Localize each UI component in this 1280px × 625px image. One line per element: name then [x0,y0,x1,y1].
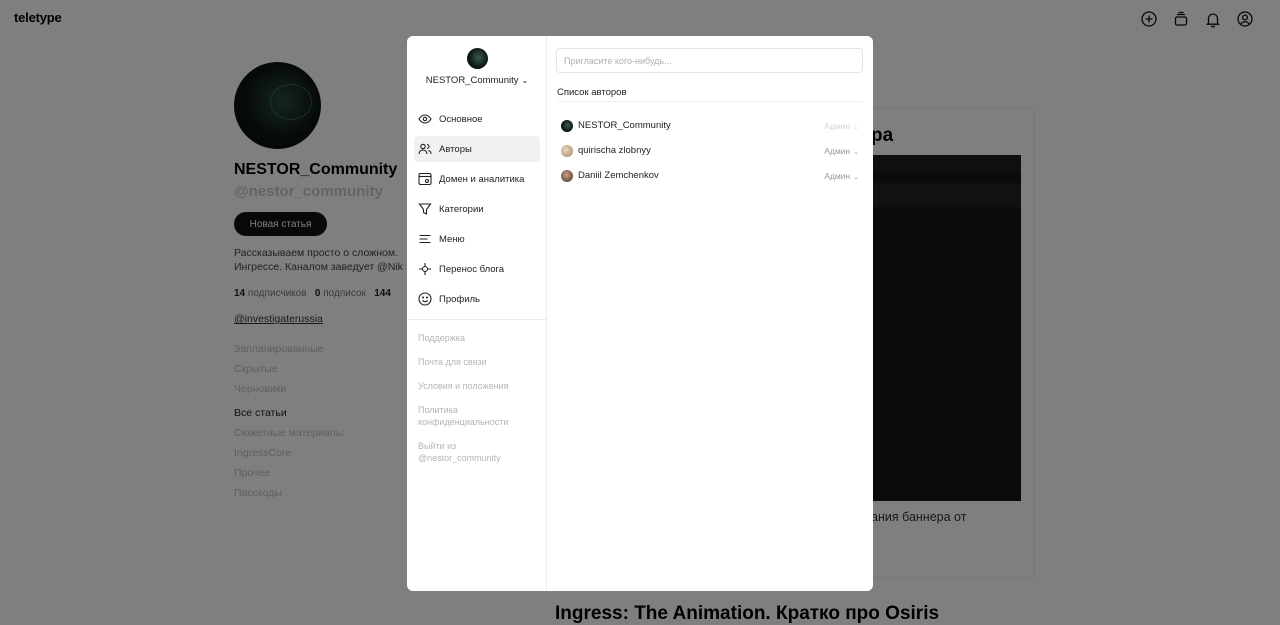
nav-label: Авторы [439,143,472,155]
nav-item-menu[interactable]: Меню [414,226,540,252]
smile-icon [418,292,432,306]
support-link[interactable]: Поддержка [418,332,538,344]
account-name[interactable]: NESTOR_Community ⌄ [407,75,547,86]
avatar [561,144,573,157]
chevron-down-icon: ⌄ [853,173,859,181]
author-name: Daniil Zemchenkov [578,170,659,181]
nav-item-categories[interactable]: Категории [414,196,540,222]
authors-divider [557,101,863,102]
logout-link[interactable]: Выйти из @nestor_community [418,440,538,464]
account-switcher[interactable]: NESTOR_Community ⌄ [407,48,547,86]
authors-panel: Список авторов NESTOR_Community Админ⌄ q… [547,36,873,591]
eye-icon [418,112,432,126]
author-role-label: Админ [824,120,851,131]
account-name-text: NESTOR_Community [425,75,519,86]
author-role-label: Админ [824,170,851,181]
domain-icon [418,172,432,186]
modal-sidebar: NESTOR_Community ⌄ Основное Авторы Домен… [407,36,547,591]
nav-item-migrate[interactable]: Перенос блога [414,256,540,282]
nav-label: Домен и аналитика [439,173,525,185]
nav-item-domain[interactable]: Домен и аналитика [414,166,540,192]
settings-nav: Основное Авторы Домен и аналитика Катего… [414,106,540,316]
privacy-policy-link[interactable]: Политика конфиденциальности [418,404,538,428]
author-role-select[interactable]: Админ ⌄ [824,146,859,156]
sidebar-divider [407,319,547,320]
avatar [561,169,573,182]
author-row: quirischa zlobnyy Админ ⌄ [561,138,859,163]
authors-title: Список авторов [557,87,627,98]
menu-lines-icon [418,232,432,246]
users-icon [418,142,432,156]
author-row: Daniil Zemchenkov Админ ⌄ [561,163,859,188]
migrate-icon [418,262,432,276]
author-name: NESTOR_Community [578,120,671,131]
chevron-down-icon: ⌄ [853,148,859,156]
avatar [561,119,573,132]
contact-email-link[interactable]: Почта для связи [418,356,538,368]
funnel-icon [418,202,432,216]
terms-link[interactable]: Условия и положения [418,380,538,392]
author-name: quirischa zlobnyy [578,145,651,156]
nav-label: Меню [439,233,465,245]
chevron-down-icon: ⌄ [521,76,529,85]
settings-modal: NESTOR_Community ⌄ Основное Авторы Домен… [407,36,873,591]
author-role-select: Админ ⌄ [824,121,859,131]
chevron-down-icon: ⌄ [853,123,859,131]
nav-label: Перенос блога [439,263,505,275]
account-avatar [466,48,488,69]
author-role-label: Админ [824,145,851,156]
nav-label: Категории [439,203,484,215]
author-role-select[interactable]: Админ ⌄ [824,171,859,181]
nav-item-authors[interactable]: Авторы [414,136,540,162]
invite-input[interactable] [556,48,863,73]
authors-list: NESTOR_Community Админ ⌄ quirischa zlobny… [561,113,859,188]
nav-label: Профиль [439,293,481,305]
author-row: NESTOR_Community Админ ⌄ [561,113,859,138]
sidebar-links: Поддержка Почта для связи Условия и поло… [418,332,538,476]
nav-item-general[interactable]: Основное [414,106,540,132]
nav-label: Основное [439,113,483,125]
nav-item-profile[interactable]: Профиль [414,286,540,312]
